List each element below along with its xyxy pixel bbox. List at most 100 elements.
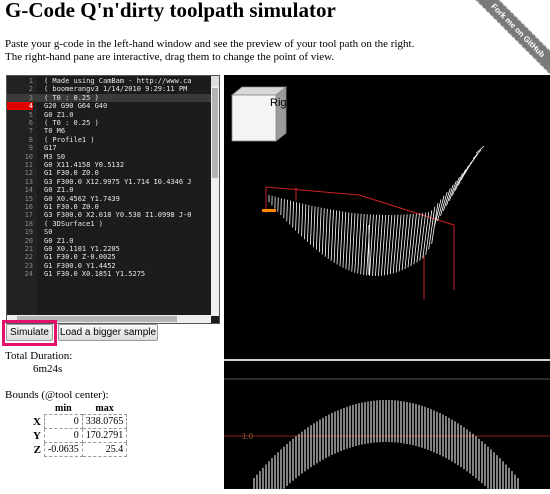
bounds-min: 0 bbox=[44, 429, 82, 443]
editor-line[interactable]: 13G3 F300.0 X12.9975 Y1.714 I0.4346 J bbox=[7, 178, 212, 186]
editor-line[interactable]: 22 G1 F30.0 Z-0.0025 bbox=[7, 253, 212, 261]
toolpath-stroke bbox=[452, 177, 459, 196]
line-text[interactable]: G1 F30.0 Z-0.0025 bbox=[44, 253, 116, 261]
toolpath-stroke bbox=[310, 206, 312, 245]
line-text[interactable]: ( boomerangv3 1/14/2010 9:29:11 PM bbox=[44, 85, 187, 93]
line-number: 15 bbox=[7, 195, 33, 203]
line-text[interactable]: G0 X11.4158 Y0.5132 bbox=[44, 161, 124, 169]
line-number: 22 bbox=[7, 253, 33, 261]
page-title: G-Code Q'n'dirty toolpath simulator bbox=[5, 0, 336, 23]
toolpath-stroke bbox=[411, 214, 416, 266]
editor-line[interactable]: 19S0 bbox=[7, 228, 212, 236]
toolpath-top-view[interactable]: 1.0 bbox=[224, 379, 550, 489]
line-text[interactable]: ( 3DSurface1 ) bbox=[44, 220, 103, 228]
bounds-min: 0 bbox=[44, 415, 82, 429]
line-number: 10 bbox=[7, 153, 33, 161]
line-text[interactable]: G1 F30.0 Z0.0 bbox=[44, 169, 99, 177]
editor-line[interactable]: 20 G0 Z1.0 bbox=[7, 237, 212, 245]
line-text[interactable]: G0 Z1.0 bbox=[44, 237, 74, 245]
editor-line[interactable]: 9 G17 bbox=[7, 144, 212, 152]
simulate-button[interactable]: Simulate bbox=[6, 324, 53, 341]
editor-line[interactable]: 17G3 F300.0 X2.018 Y0.538 I1.0998 J-0 bbox=[7, 211, 212, 219]
editor-line[interactable]: 14G0 Z1.0 bbox=[7, 186, 212, 194]
editor-line[interactable]: 10 M3 S0 bbox=[7, 153, 212, 161]
toolpath-stroke bbox=[325, 209, 327, 257]
toolpath-stroke bbox=[296, 202, 297, 230]
toolpath-stroke bbox=[470, 154, 478, 164]
line-number: 20 bbox=[7, 237, 33, 245]
editor-line[interactable]: 8 ( Profile1 ) bbox=[7, 136, 212, 144]
line-text[interactable]: G0 X0.1101 Y1.2205 bbox=[44, 245, 120, 253]
toolpath-stroke bbox=[443, 188, 450, 211]
toolpath-stroke bbox=[346, 212, 349, 269]
toolpath-stroke bbox=[420, 213, 426, 261]
line-number: 7 bbox=[7, 127, 33, 135]
toolpath-stroke bbox=[293, 201, 294, 227]
toolpath-stroke bbox=[302, 204, 303, 237]
editor-vertical-scroll-thumb[interactable] bbox=[212, 88, 218, 178]
editor-line[interactable]: 7 T0 M6 bbox=[7, 127, 212, 135]
line-text[interactable]: G0 Z1.0 bbox=[44, 111, 74, 119]
line-text[interactable]: T0 M6 bbox=[44, 127, 65, 135]
editor-line[interactable]: 1( Made using CamBam - http://www.ca bbox=[7, 77, 212, 85]
line-text[interactable]: ( T0 : 0.25 ) bbox=[44, 119, 99, 127]
bounds-header-blank bbox=[30, 403, 44, 415]
editor-line[interactable]: 16G1 F30.0 Z0.0 bbox=[7, 203, 212, 211]
editor-line[interactable]: 4G20 G90 G64 G40 bbox=[7, 102, 212, 110]
editor-line[interactable]: 12G1 F30.0 Z0.0 bbox=[7, 169, 212, 177]
github-ribbon-label[interactable]: Fork me on GitHub bbox=[470, 0, 550, 79]
line-text[interactable]: ( T0 : 0.25 ) bbox=[44, 94, 99, 102]
editor-line[interactable]: 24G1 F30.0 X0.1851 Y1.5275 bbox=[7, 270, 212, 278]
viewer-splitter[interactable] bbox=[224, 359, 550, 361]
editor-line[interactable]: 21G0 X0.1101 Y1.2205 bbox=[7, 245, 212, 253]
table-row: Z -0.0635 25.4 bbox=[30, 443, 127, 457]
editor-line[interactable]: 23G1 F300.0 Y1.4452 bbox=[7, 262, 212, 270]
line-number: 5 bbox=[7, 111, 33, 119]
load-bigger-sample-button[interactable]: Load a bigger sample bbox=[58, 324, 158, 341]
editor-line[interactable]: 2( boomerangv3 1/14/2010 9:29:11 PM bbox=[7, 85, 212, 93]
table-row: X 0 338.0765 bbox=[30, 415, 127, 429]
editor-line[interactable]: 18( 3DSurface1 ) bbox=[7, 220, 212, 228]
line-number: 8 bbox=[7, 136, 33, 144]
editor-line[interactable]: 11 G0 X11.4158 Y0.5132 bbox=[7, 161, 212, 169]
line-text[interactable]: G17 bbox=[44, 144, 57, 152]
line-text[interactable]: M3 S0 bbox=[44, 153, 65, 161]
line-text[interactable]: G1 F30.0 Z0.0 bbox=[44, 203, 99, 211]
scroll-up-arrow-icon[interactable] bbox=[211, 76, 219, 86]
intro-line-1: Paste your g-code in the left-hand windo… bbox=[5, 38, 414, 51]
toolpath-stroke bbox=[284, 199, 285, 218]
bounds-max: 25.4 bbox=[82, 443, 127, 457]
view-cube[interactable]: Right bbox=[232, 87, 296, 141]
tool-start-marker bbox=[262, 209, 276, 212]
toolpath-stroke bbox=[299, 203, 300, 234]
line-text[interactable]: G0 Z1.0 bbox=[44, 186, 74, 194]
line-text[interactable]: G1 F30.0 X0.1851 Y1.5275 bbox=[44, 270, 145, 278]
bounds-max: 170.2791 bbox=[82, 429, 127, 443]
line-text[interactable]: G3 F300.0 X2.018 Y0.538 I1.0998 J-0 bbox=[44, 211, 192, 219]
toolpath-3d-view[interactable]: Right 1.0 bbox=[224, 75, 550, 489]
toolpath-surface bbox=[269, 146, 484, 276]
line-number: 11 bbox=[7, 161, 33, 169]
editor-vertical-scrollbar[interactable] bbox=[211, 76, 219, 316]
toolpath-stroke bbox=[319, 208, 321, 253]
gcode-editor[interactable]: 1( Made using CamBam - http://www.ca2( b… bbox=[6, 75, 220, 324]
toolpath-stroke bbox=[322, 208, 324, 254]
line-text[interactable]: ( Made using CamBam - http://www.ca bbox=[44, 77, 192, 85]
line-text[interactable]: ( Profile1 ) bbox=[44, 136, 95, 144]
github-ribbon[interactable]: Fork me on GitHub bbox=[470, 0, 550, 80]
bounds-header-max: max bbox=[82, 403, 127, 415]
line-number: 9 bbox=[7, 144, 33, 152]
intro-line-2: The right-hand pane are interactive, dra… bbox=[5, 51, 414, 64]
editor-line[interactable]: 15 G0 X0.4562 Y1.7439 bbox=[7, 195, 212, 203]
line-text[interactable]: S0 bbox=[44, 228, 52, 236]
toolpath-stroke bbox=[405, 214, 410, 269]
line-text[interactable]: G3 F300.0 X12.9975 Y1.714 I0.4346 J bbox=[44, 178, 192, 186]
line-text[interactable]: G0 X0.4562 Y1.7439 bbox=[44, 195, 120, 203]
toolpath-stroke bbox=[449, 181, 456, 201]
line-text[interactable]: G20 G90 G64 G40 bbox=[44, 102, 107, 110]
line-text[interactable]: G1 F300.0 Y1.4452 bbox=[44, 262, 116, 270]
toolpath-viewer[interactable]: Right 1.0 bbox=[224, 75, 550, 489]
editor-line[interactable]: 5 G0 Z1.0 bbox=[7, 111, 212, 119]
editor-line[interactable]: 3( T0 : 0.25 ) bbox=[7, 94, 212, 102]
editor-line[interactable]: 6( T0 : 0.25 ) bbox=[7, 119, 212, 127]
